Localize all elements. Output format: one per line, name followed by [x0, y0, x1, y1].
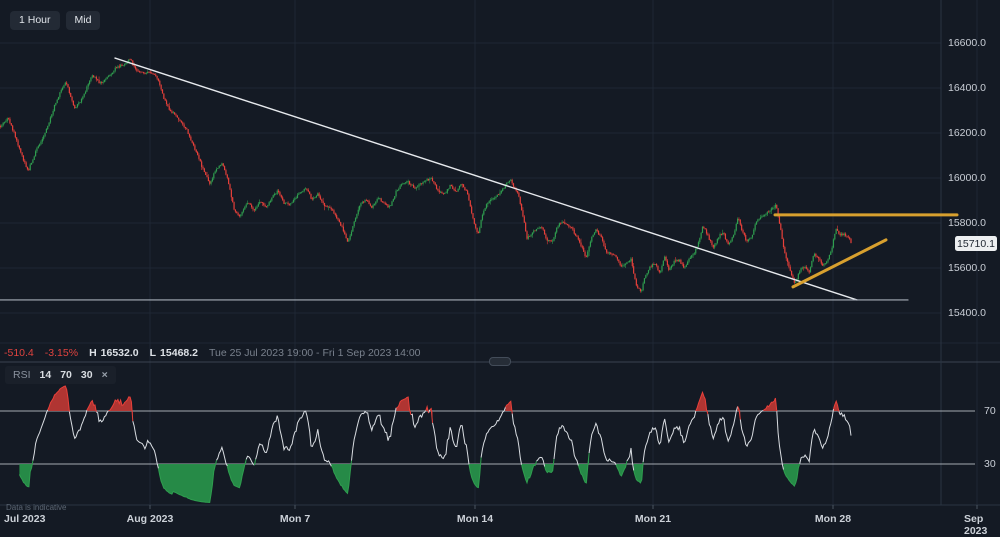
- rsi-line-oversold: [19, 453, 799, 502]
- data-indicative-disclaimer: Data is indicative: [6, 503, 66, 512]
- price-chart-svg[interactable]: [0, 0, 1000, 527]
- price-type-button[interactable]: Mid: [66, 11, 101, 30]
- rsi-oversold-fill: [19, 453, 799, 502]
- candle-wicks-up: [2, 59, 844, 293]
- low-value: 15468.2: [160, 347, 198, 359]
- rsi-line-overbought: [48, 386, 839, 423]
- rsi-overbought-fill: [48, 386, 839, 423]
- panel-resize-handle[interactable]: [489, 357, 511, 366]
- rsi-indicator-header[interactable]: RSI 14 70 30 ×: [5, 366, 116, 384]
- high-label: H: [89, 347, 97, 359]
- low-label: L: [150, 347, 156, 359]
- high-value: 16532.0: [101, 347, 139, 359]
- rsi-line: [33, 406, 851, 470]
- change-value: -510.4: [4, 347, 34, 359]
- stats-bar: -510.4 -3.15% H 16532.0 L 15468.2 Tue 25…: [4, 347, 421, 359]
- high-stat: H 16532.0: [89, 347, 139, 359]
- ascending-trendline[interactable]: [793, 240, 886, 287]
- trading-chart-app: { "toolbar": { "timeframe_label": "1 Hou…: [0, 0, 1000, 527]
- visible-date-range: Tue 25 Jul 2023 19:00 - Fri 1 Sep 2023 1…: [209, 347, 421, 359]
- candle-bodies-up: [2, 60, 844, 292]
- rsi-lower-value[interactable]: 30: [81, 369, 93, 381]
- timeframe-button[interactable]: 1 Hour: [10, 11, 60, 30]
- current-price-badge: 15710.1: [955, 236, 997, 251]
- rsi-upper-value[interactable]: 70: [60, 369, 72, 381]
- low-stat: L 15468.2: [150, 347, 198, 359]
- descending-trendline[interactable]: [115, 58, 857, 300]
- rsi-label: RSI: [13, 369, 31, 381]
- chart-toolbar: 1 Hour Mid: [10, 11, 100, 30]
- rsi-close-icon[interactable]: ×: [102, 369, 108, 381]
- rsi-period-value[interactable]: 14: [40, 369, 52, 381]
- change-percent: -3.15%: [45, 347, 78, 359]
- candle-wicks-down: [1, 59, 852, 293]
